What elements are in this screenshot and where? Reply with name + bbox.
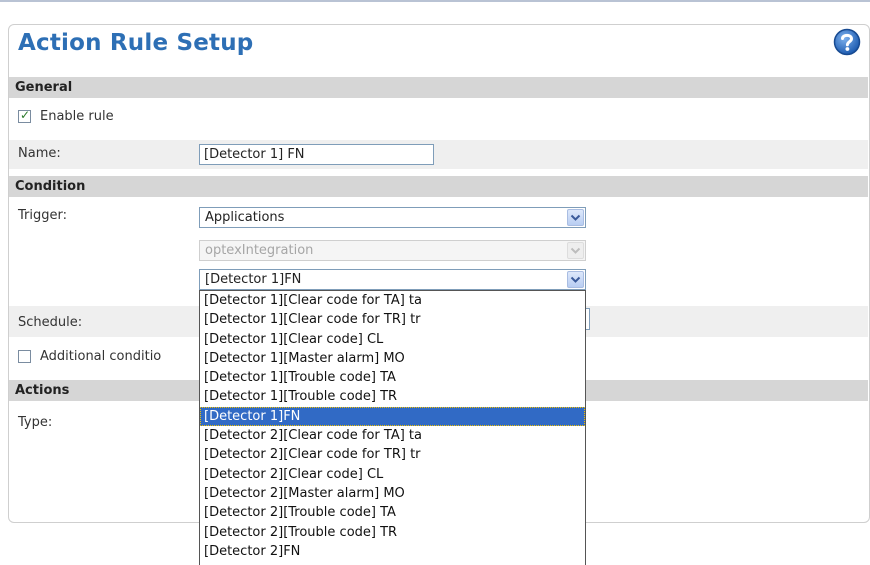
additional-conditions-label: Additional conditio: [40, 349, 162, 364]
trigger-label: Trigger:: [18, 208, 67, 223]
dropdown-option[interactable]: [Detector 2][Trouble code] TA: [200, 503, 585, 522]
dropdown-option[interactable]: [Detector 2][Clear code for TR] tr: [200, 445, 585, 464]
schedule-label: Schedule:: [18, 315, 83, 330]
chevron-down-icon[interactable]: [567, 209, 584, 226]
name-label: Name:: [18, 146, 61, 161]
dropdown-option[interactable]: [Detector 1][Master alarm] MO: [200, 349, 585, 368]
checkmark-icon: ✓: [20, 108, 31, 122]
application-value: optexIntegration: [205, 243, 314, 258]
enable-rule-checkbox[interactable]: ✓: [18, 108, 31, 123]
dropdown-option[interactable]: [Detector 1][Clear code] CL: [200, 330, 585, 349]
dropdown-option[interactable]: [Detector 2][Trouble code] TR: [200, 523, 585, 542]
dropdown-option[interactable]: [Detector 1][Trouble code] TA: [200, 368, 585, 387]
enable-rule-label: Enable rule: [40, 109, 114, 124]
dropdown-option[interactable]: [Detector 2][Clear code] CL: [200, 465, 585, 484]
event-value: [Detector 1]FN: [205, 272, 302, 287]
application-select: optexIntegration: [199, 240, 586, 261]
event-dropdown-list[interactable]: [Detector 1][Clear code for TA] ta [Dete…: [199, 290, 586, 565]
type-label: Type:: [18, 415, 53, 430]
help-icon[interactable]: [833, 28, 861, 56]
dropdown-option[interactable]: [Detector 1][Clear code for TR] tr: [200, 310, 585, 329]
event-select[interactable]: [Detector 1]FN: [199, 269, 586, 290]
dropdown-option[interactable]: [Detector 2][Master alarm] MO: [200, 484, 585, 503]
dropdown-option[interactable]: [Detector 1][Trouble code] TR: [200, 387, 585, 406]
dropdown-option[interactable]: [Detector 2][Clear code for TA] ta: [200, 426, 585, 445]
dropdown-option[interactable]: [Detector 2]FN: [200, 542, 585, 561]
trigger-select[interactable]: Applications: [199, 207, 586, 228]
chevron-down-icon: [567, 242, 584, 259]
dropdown-option-selected[interactable]: [Detector 1]FN: [200, 406, 585, 427]
top-divider: [0, 0, 870, 2]
section-condition: Condition: [9, 176, 868, 197]
chevron-down-icon[interactable]: [567, 271, 584, 288]
page-title: Action Rule Setup: [18, 30, 254, 56]
name-input[interactable]: [199, 144, 434, 165]
dropdown-option[interactable]: [Detector 1][Clear code for TA] ta: [200, 291, 585, 310]
additional-conditions-checkbox[interactable]: [18, 350, 31, 363]
name-row: [9, 140, 868, 169]
section-general: General: [9, 77, 868, 98]
trigger-value: Applications: [205, 210, 285, 225]
